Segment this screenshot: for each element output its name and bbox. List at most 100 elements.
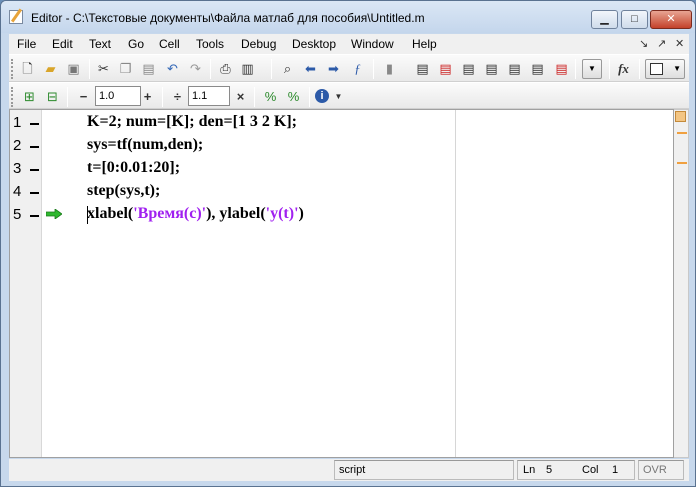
cell-toolbar: ⊞ ⊟ − + ÷ × % % i ▼ bbox=[9, 82, 689, 109]
save-icon[interactable]: ▣ bbox=[65, 60, 82, 77]
toolbar-grip[interactable] bbox=[11, 87, 14, 107]
title-bar[interactable]: Editor - C:\Текстовые документы\Файла ма… bbox=[1, 1, 695, 33]
scroll-mark[interactable] bbox=[677, 132, 687, 134]
increment-button[interactable]: + bbox=[139, 88, 156, 105]
exit-debug-icon[interactable]: ▤ bbox=[553, 60, 570, 77]
menu-edit[interactable]: Edit bbox=[52, 37, 73, 51]
toolbar-separator bbox=[609, 59, 610, 79]
close-doc-icon[interactable]: ✕ bbox=[675, 37, 684, 50]
open-folder-icon[interactable]: ▰ bbox=[42, 60, 59, 77]
vertical-scrollbar[interactable] bbox=[674, 109, 689, 458]
line-number: 5 bbox=[13, 206, 22, 223]
string-literal: 'y(t)' bbox=[265, 205, 299, 222]
uncomment-icon[interactable]: % bbox=[285, 88, 302, 105]
multiply-button[interactable]: × bbox=[232, 88, 249, 105]
menu-text[interactable]: Text bbox=[89, 37, 111, 51]
decrement-button[interactable]: − bbox=[75, 88, 92, 105]
stack-icon[interactable]: ▮ bbox=[381, 60, 398, 77]
overwrite-status: OVR bbox=[638, 460, 684, 480]
line-number: 1 bbox=[13, 114, 22, 131]
window-title: Editor - C:\Текстовые документы\Файла ма… bbox=[31, 11, 425, 25]
continue-icon[interactable]: ▤ bbox=[529, 60, 546, 77]
code-line[interactable]: step(sys,t); bbox=[87, 182, 160, 200]
clear-breakpoints-icon[interactable]: ▤ bbox=[437, 60, 454, 77]
maximize-button[interactable]: □ bbox=[621, 10, 648, 29]
ln-label: Ln bbox=[523, 464, 536, 476]
code-line[interactable]: xlabel('Время(с)'), ylabel('y(t)') bbox=[87, 205, 304, 223]
toolbar-separator bbox=[162, 87, 163, 107]
toolbar-separator bbox=[373, 59, 374, 79]
toolbar-separator bbox=[575, 59, 576, 79]
scroll-status-indicator[interactable] bbox=[675, 111, 686, 122]
scale-value-field[interactable] bbox=[188, 86, 230, 106]
code-line[interactable]: t=[0:0.01:20]; bbox=[87, 159, 180, 177]
eval-cell-icon[interactable]: ⊟ bbox=[44, 88, 61, 105]
menu-window[interactable]: Window bbox=[351, 37, 394, 51]
menu-cell[interactable]: Cell bbox=[159, 37, 180, 51]
undock-icon[interactable]: ↘ bbox=[639, 37, 648, 50]
menu-tools[interactable]: Tools bbox=[196, 37, 224, 51]
main-toolbar: 🗋 ▰ ▣ ✂ ❐ ▤ ↶ ↷ ⎙ ▥ ⌕ ⬅ ➡ ƒ ▮ ▤ ▤ ▤ ▤ ▤ … bbox=[9, 54, 689, 82]
undo-icon[interactable]: ↶ bbox=[164, 60, 181, 77]
print-icon[interactable]: ⎙ bbox=[217, 60, 234, 77]
status-bar: script Ln 5 Col 1 OVR bbox=[9, 459, 689, 481]
insert-cell-icon[interactable]: ⊞ bbox=[21, 88, 38, 105]
col-value: 1 bbox=[612, 464, 619, 476]
code-line[interactable]: K=2; num=[K]; den=[1 3 2 K]; bbox=[87, 113, 297, 131]
code-line[interactable]: sys=tf(num,den); bbox=[87, 136, 203, 154]
breakpoint-marker[interactable] bbox=[30, 146, 39, 148]
menu-desktop[interactable]: Desktop bbox=[292, 37, 336, 51]
toolbar-separator bbox=[254, 87, 255, 107]
function-icon[interactable]: ƒ bbox=[349, 60, 366, 77]
info-dropdown-icon[interactable]: ▼ bbox=[330, 88, 347, 105]
current-line-arrow-icon bbox=[46, 209, 62, 219]
toolbar-separator bbox=[210, 59, 211, 79]
back-arrow-icon[interactable]: ⬅ bbox=[302, 60, 319, 77]
minimize-button[interactable]: ▁ bbox=[591, 10, 618, 29]
new-file-icon[interactable]: 🗋 bbox=[19, 60, 36, 77]
menu-help[interactable]: Help bbox=[412, 37, 437, 51]
breakpoint-marker[interactable] bbox=[30, 192, 39, 194]
breakpoint-marker[interactable] bbox=[30, 215, 39, 217]
toolbar-separator bbox=[309, 87, 310, 107]
copy-icon[interactable]: ❐ bbox=[117, 60, 134, 77]
redo-icon[interactable]: ↷ bbox=[187, 60, 204, 77]
menu-go[interactable]: Go bbox=[128, 37, 144, 51]
comment-icon[interactable]: % bbox=[262, 88, 279, 105]
cut-icon[interactable]: ✂ bbox=[95, 60, 112, 77]
toolbar-grip[interactable] bbox=[11, 59, 14, 79]
step-icon[interactable]: ▤ bbox=[460, 60, 477, 77]
menu-file[interactable]: File bbox=[17, 37, 36, 51]
paste-icon[interactable]: ▤ bbox=[140, 60, 157, 77]
menu-debug[interactable]: Debug bbox=[241, 37, 276, 51]
breakpoint-marker[interactable] bbox=[30, 123, 39, 125]
divide-button[interactable]: ÷ bbox=[169, 88, 186, 105]
col-label: Col bbox=[582, 464, 599, 476]
step-in-icon[interactable]: ▤ bbox=[483, 60, 500, 77]
string-literal: 'Время(с)' bbox=[133, 205, 207, 222]
ln-value: 5 bbox=[546, 464, 553, 476]
breakpoint-marker[interactable] bbox=[30, 169, 39, 171]
dock-icon[interactable]: ↗ bbox=[657, 37, 666, 50]
insert-function-icon[interactable]: fx bbox=[615, 60, 632, 77]
close-button[interactable]: ✕ bbox=[650, 10, 692, 29]
line-number: 2 bbox=[13, 137, 22, 154]
toolbar-separator bbox=[271, 59, 272, 79]
line-number: 3 bbox=[13, 160, 22, 177]
stack-dropdown[interactable]: ▼ bbox=[582, 59, 602, 79]
set-breakpoint-icon[interactable]: ▤ bbox=[414, 60, 431, 77]
page-setup-icon[interactable]: ▥ bbox=[239, 60, 256, 77]
code-editor[interactable]: 1 K=2; num=[K]; den=[1 3 2 K]; 2 sys=tf(… bbox=[9, 109, 674, 458]
code-token: ) bbox=[298, 205, 304, 222]
increment-value-field[interactable] bbox=[95, 86, 141, 106]
text-cursor bbox=[87, 206, 88, 224]
toolbar-separator bbox=[67, 87, 68, 107]
info-icon[interactable]: i bbox=[315, 89, 329, 103]
step-out-icon[interactable]: ▤ bbox=[506, 60, 523, 77]
find-binoculars-icon[interactable]: ⌕ bbox=[279, 60, 296, 77]
forward-arrow-icon[interactable]: ➡ bbox=[325, 60, 342, 77]
toolbar-separator bbox=[639, 59, 640, 79]
editor-window: Editor - C:\Текстовые документы\Файла ма… bbox=[0, 0, 696, 487]
scroll-mark[interactable] bbox=[677, 162, 687, 164]
menu-bar: File Edit Text Go Cell Tools Debug Deskt… bbox=[9, 34, 689, 54]
